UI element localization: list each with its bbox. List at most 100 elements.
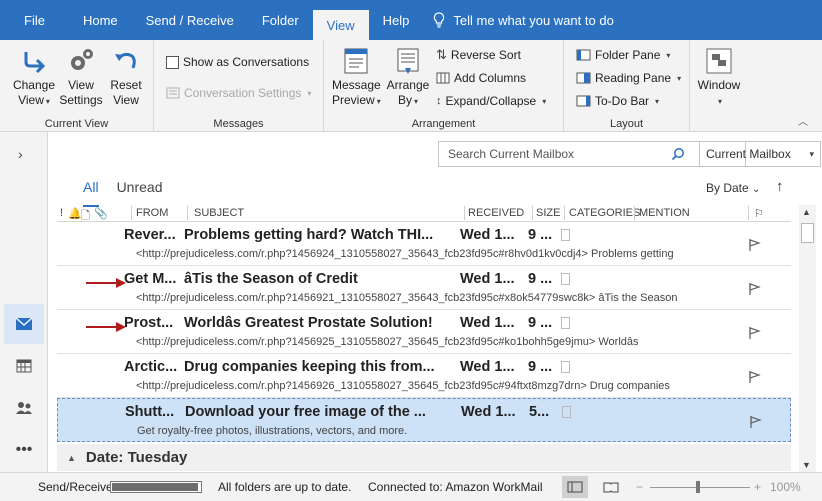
flag-icon[interactable] — [747, 282, 761, 296]
arrange-by-button[interactable]: Arrange By ▾ — [384, 46, 432, 109]
message-received: Wed 1... — [460, 227, 515, 243]
categories-column-header[interactable]: CATEGORIES — [569, 207, 640, 219]
tab-send-receive[interactable]: Send / Receive — [132, 0, 248, 40]
category-box[interactable] — [561, 361, 570, 373]
reverse-sort-icon: ⇅ — [436, 47, 447, 62]
more-nav-button[interactable]: ••• — [4, 430, 44, 470]
flag-icon[interactable] — [747, 238, 761, 252]
folder-pane-label: Folder Pane — [595, 48, 661, 62]
search-input[interactable] — [439, 147, 671, 161]
reading-pane-button[interactable]: Reading Pane ▾ — [576, 68, 681, 88]
category-box[interactable] — [561, 273, 570, 285]
mail-nav-button[interactable] — [4, 304, 44, 344]
todo-bar-label: To-Do Bar — [595, 94, 650, 108]
conversation-settings-label: Conversation Settings — [184, 86, 302, 100]
calendar-nav-button[interactable] — [4, 346, 44, 386]
reverse-sort-button[interactable]: ⇅ Reverse Sort — [436, 45, 521, 65]
chevron-down-icon: ▾ — [655, 96, 660, 106]
column-header: ! 🔔 🗋 📎 FROM SUBJECT RECEIVED SIZE CATEG… — [57, 205, 791, 222]
tab-folder[interactable]: Folder — [248, 0, 313, 40]
reading-view-button[interactable] — [598, 476, 624, 498]
collapse-triangle-icon[interactable]: ▲ — [67, 453, 76, 463]
message-row[interactable]: Rever... Problems getting hard? Watch THI… — [57, 222, 791, 266]
change-view-button[interactable]: Change View ▾ — [10, 46, 58, 109]
message-received: Wed 1... — [460, 359, 515, 375]
zoom-level: 100% — [770, 480, 801, 494]
todo-bar-button[interactable]: To-Do Bar ▾ — [576, 91, 659, 111]
category-box[interactable] — [562, 406, 571, 418]
flag-icon[interactable] — [747, 370, 761, 384]
progress-fill — [112, 483, 198, 491]
chevron-down-icon: ▾ — [376, 97, 381, 106]
importance-column-icon[interactable]: ! — [60, 207, 63, 219]
group-window: Window ▾ — [690, 40, 752, 132]
from-column-header[interactable]: FROM — [136, 207, 168, 219]
sort-by-dropdown[interactable]: By Date ⌄ — [706, 181, 760, 195]
change-view-label-2: View — [18, 93, 44, 107]
flag-column-icon[interactable]: ⚐ — [754, 207, 764, 220]
scroll-up-icon[interactable]: ▲ — [802, 207, 811, 217]
message-preview-button[interactable]: Message Preview ▾ — [332, 46, 381, 109]
sort-direction-icon[interactable]: ↑ — [776, 178, 784, 195]
vertical-scrollbar[interactable]: ▲ ▼ — [799, 205, 816, 472]
message-sender: Get M... — [124, 271, 177, 287]
collapse-ribbon-icon[interactable]: ︿ — [798, 113, 808, 128]
window-button[interactable]: Window ▾ — [695, 46, 743, 109]
message-row[interactable]: Arctic... Drug companies keeping this fro… — [57, 354, 791, 398]
menu-bar: File Home Send / Receive Folder View Hel… — [0, 0, 822, 40]
gear-icon — [71, 49, 93, 70]
received-column-header[interactable]: RECEIVED — [468, 207, 524, 219]
filter-all[interactable]: All — [83, 179, 99, 195]
filter-unread[interactable]: Unread — [117, 179, 163, 195]
reminder-column-icon[interactable]: 🔔 — [68, 207, 82, 220]
chevron-down-icon: ▾ — [809, 148, 814, 159]
folder-pane-button[interactable]: Folder Pane ▾ — [576, 45, 670, 65]
view-settings-label-2: Settings — [59, 93, 103, 107]
reading-pane-icon — [576, 72, 591, 84]
search-icon[interactable] — [671, 147, 685, 161]
normal-view-button[interactable] — [562, 476, 588, 498]
flag-icon[interactable] — [748, 415, 762, 429]
current-view-group-label: Current View — [44, 118, 109, 130]
expand-folder-pane-icon[interactable]: › — [18, 146, 23, 162]
search-scope-dropdown[interactable]: Current Mailbox ▾ — [699, 141, 821, 167]
zoom-out-icon[interactable]: − — [636, 480, 643, 494]
tab-help[interactable]: Help — [369, 0, 424, 40]
tell-me-box[interactable]: Tell me what you want to do — [423, 0, 614, 40]
sort-by-label: By Date — [706, 181, 749, 195]
flag-icon[interactable] — [747, 326, 761, 340]
date-group-header[interactable]: ▲ Date: Tuesday — [57, 444, 791, 471]
tab-file[interactable]: File — [0, 0, 69, 40]
message-subject: Problems getting hard? Watch THI... — [184, 227, 434, 243]
people-nav-button[interactable] — [4, 388, 44, 428]
mention-column-header[interactable]: MENTION — [639, 207, 690, 219]
tab-view[interactable]: View — [312, 10, 369, 40]
subject-column-header[interactable]: SUBJECT — [194, 207, 244, 219]
category-box[interactable] — [561, 229, 570, 241]
tab-home[interactable]: Home — [69, 0, 132, 40]
zoom-in-icon[interactable]: + — [754, 480, 761, 494]
scroll-thumb[interactable] — [801, 223, 814, 243]
expand-collapse-button[interactable]: ↕ Expand/Collapse ▾ — [436, 91, 546, 111]
message-preview: <http://prejudiceless.com/r.php?1456924_… — [136, 248, 674, 260]
expand-collapse-label: Expand/Collapse — [445, 94, 537, 108]
scroll-down-icon[interactable]: ▼ — [802, 460, 811, 470]
zoom-slider[interactable] — [650, 487, 750, 488]
view-settings-button[interactable]: View Settings — [57, 46, 105, 108]
zoom-slider-knob[interactable] — [696, 481, 700, 493]
message-row[interactable]: Shutt... Download your free image of the … — [57, 398, 791, 442]
conversation-settings-button[interactable]: Conversation Settings ▾ — [166, 83, 311, 103]
reset-view-label-1: Reset — [110, 78, 142, 92]
chevron-down-icon: ▾ — [414, 97, 419, 106]
arrange-by-label-1: Arrange — [386, 78, 430, 92]
message-size: 9 ... — [528, 271, 553, 287]
size-column-header[interactable]: SIZE — [536, 207, 560, 219]
message-row[interactable]: Prost... Worldâs Greatest Prostate Soluti… — [57, 310, 791, 354]
attachment-column-icon[interactable]: 📎 — [94, 207, 108, 220]
message-received: Wed 1... — [461, 404, 516, 420]
show-as-conversations-checkbox[interactable]: Show as Conversations — [166, 52, 309, 72]
category-box[interactable] — [561, 317, 570, 329]
message-row[interactable]: Get M... âTis the Season of Credit Wed 1..… — [57, 266, 791, 310]
add-columns-button[interactable]: Add Columns — [436, 68, 526, 88]
reset-view-button[interactable]: Reset View — [102, 46, 150, 108]
